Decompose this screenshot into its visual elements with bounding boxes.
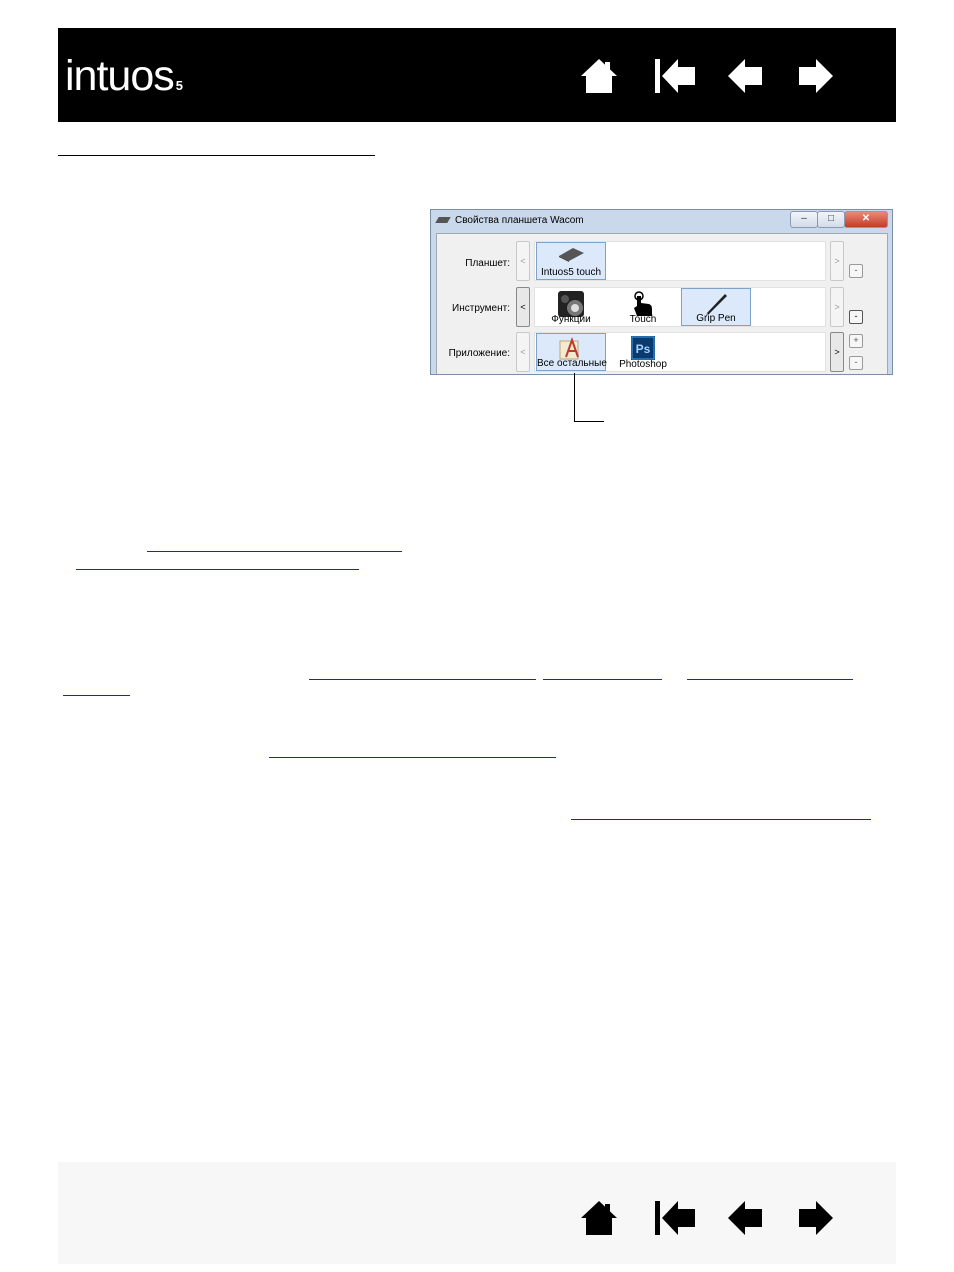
add-application-button[interactable]: + [849,334,863,348]
first-page-icon[interactable] [654,56,698,96]
tile-label: Grip Pen [696,313,736,324]
application-strip: Все остальные Ps Photoshop [534,332,826,372]
application-tile-all-others[interactable]: Все остальные [536,333,607,371]
application-row-label: Приложение: [448,348,510,359]
tool-tile-grip-pen[interactable]: Grip Pen [681,288,751,326]
link-underline[interactable] [687,679,853,680]
previous-page-icon[interactable] [728,1198,764,1238]
callout-line [574,373,575,421]
tool-row-label: Инструмент: [452,303,510,314]
tablet-row-label: Планшет: [465,258,510,269]
remove-tablet-button[interactable]: - [849,264,863,278]
tile-label: Touch [629,314,657,325]
tablet-scroll-right-button[interactable]: > [830,241,844,281]
page-footer [58,1162,896,1264]
link-underline[interactable] [543,679,662,680]
tablet-tile-intuos5-touch[interactable]: Intuos5 touch [536,242,606,280]
home-icon[interactable] [579,1198,619,1238]
intuos-logo: intuos 5 [65,52,183,110]
wacom-tablet-icon [435,217,451,223]
tool-scroll-right-button[interactable]: > [830,287,844,327]
tile-label: Intuos5 touch [540,267,602,278]
next-page-icon[interactable] [798,56,834,96]
logo-text: intuos [65,52,175,100]
tool-scroll-left-button[interactable]: < [516,287,530,327]
callout-leader [574,421,604,422]
dialog-title: Свойства планшета Wacom [455,215,584,226]
window-buttons: ‒ □ ✕ [790,211,888,228]
wacom-properties-dialog: Свойства планшета Wacom ‒ □ ✕ Планшет: <… [430,209,893,375]
tool-tile-touch[interactable]: Touch [608,288,678,326]
link-underline[interactable] [571,819,871,820]
tool-tile-functions[interactable]: Функции [536,288,606,326]
tile-label: Функции [551,314,591,325]
remove-application-button[interactable]: - [849,356,863,370]
application-scroll-left-button[interactable]: < [516,332,530,372]
tablet-icon [557,246,585,265]
link-underline[interactable] [269,757,556,758]
close-button[interactable]: ✕ [844,211,888,228]
link-underline[interactable] [76,569,359,570]
page-header: intuos 5 [58,28,896,122]
tablet-strip: Intuos5 touch [534,241,826,281]
minimize-button[interactable]: ‒ [790,211,818,228]
remove-tool-button[interactable]: - [849,310,863,324]
section-rule [58,155,375,156]
home-icon[interactable] [579,56,619,96]
logo-suffix: 5 [175,78,183,93]
first-page-icon[interactable] [654,1198,698,1238]
link-underline[interactable] [309,679,536,680]
application-tile-photoshop[interactable]: Ps Photoshop [608,333,678,371]
tile-label: Photoshop [619,359,667,370]
photoshop-icon-text: Ps [636,342,651,356]
dialog-body: Планшет: < Intuos5 touch > - Инструмент:… [436,233,888,374]
link-underline[interactable] [63,695,130,696]
application-scroll-right-button[interactable]: > [830,332,844,372]
tool-strip: Функции Touch Grip Pen [534,287,826,327]
previous-page-icon[interactable] [728,56,764,96]
tablet-scroll-left-button[interactable]: < [516,241,530,281]
tile-label: Все остальные [537,358,607,369]
next-page-icon[interactable] [798,1198,834,1238]
link-underline[interactable] [147,551,402,552]
maximize-button[interactable]: □ [817,211,845,228]
